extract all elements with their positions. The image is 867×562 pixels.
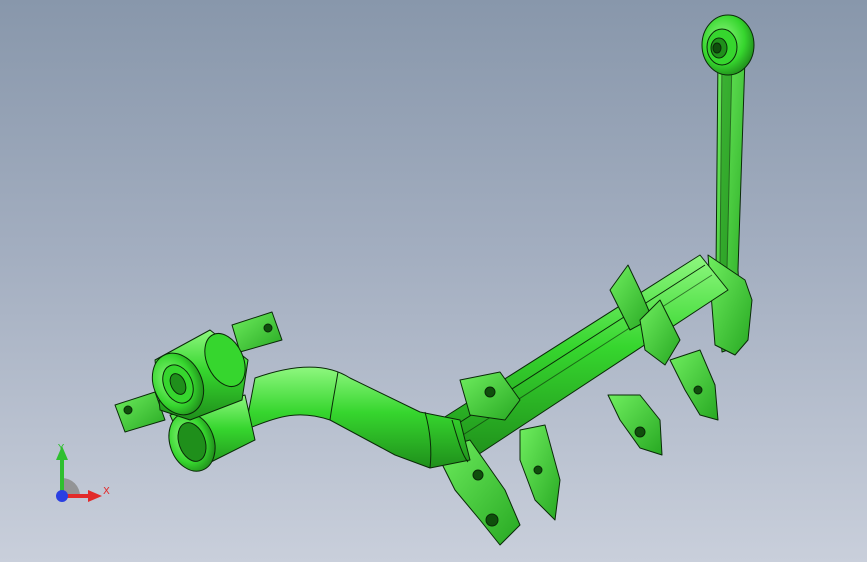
coordinate-triad: X Y	[40, 438, 120, 510]
bracket-lower-right	[607, 349, 719, 456]
bent-tube-center	[244, 366, 471, 469]
cad-3d-viewport[interactable]: X Y	[0, 0, 867, 562]
top-bushing	[701, 14, 755, 76]
y-axis-label: Y	[58, 443, 65, 454]
axis-origin-icon	[56, 490, 68, 502]
upper-link-arm	[707, 54, 753, 356]
trailing-arm-model[interactable]	[0, 0, 867, 562]
x-axis-label: X	[103, 486, 110, 497]
